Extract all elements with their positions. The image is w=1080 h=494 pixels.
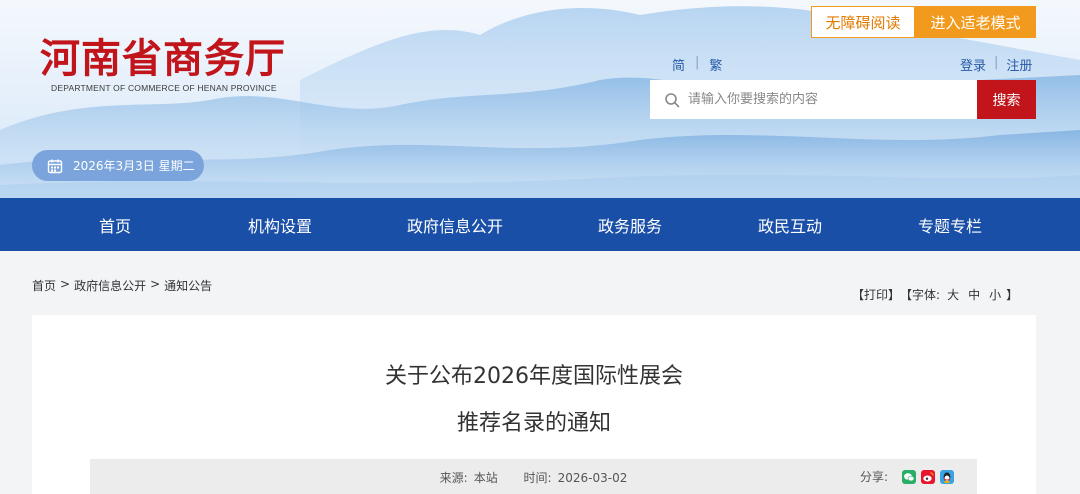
breadcrumb-notices[interactable]: 通知公告 xyxy=(164,277,212,294)
weibo-icon[interactable] xyxy=(921,469,936,484)
share-bar: 分享: xyxy=(860,468,959,485)
font-large-button[interactable]: 大 xyxy=(947,286,959,303)
auth-links: 登录 | 注册 xyxy=(960,55,1032,74)
site-name-en: DEPARTMENT OF COMMERCE OF HENAN PROVINCE xyxy=(51,83,277,93)
article-title-line2: 推荐名录的通知 xyxy=(456,411,611,436)
breadcrumb-separator: > xyxy=(150,277,161,291)
wechat-icon[interactable] xyxy=(902,469,917,484)
article-meta-bar: 来源: 本站 时间: 2026-03-02 分享: xyxy=(90,459,977,494)
qq-icon[interactable] xyxy=(940,469,955,484)
breadcrumb: 首页 > 政府信息公开 > 通知公告 xyxy=(32,277,212,294)
time-label: 时间: xyxy=(523,471,552,485)
font-size-label: 【字体: xyxy=(900,288,941,302)
language-switch: 简 | 繁 xyxy=(672,55,722,74)
breadcrumb-separator: > xyxy=(60,277,71,291)
article-title-line1: 关于公布2026年度国际性展会 xyxy=(385,364,683,389)
nav-item-special-topics[interactable]: 专题专栏 xyxy=(900,198,1000,251)
article-tools: 【打印】 【字体: 大 中 小 】 xyxy=(852,286,1018,303)
article-meta-info: 来源: 本站 时间: 2026-03-02 xyxy=(90,469,977,486)
search-box xyxy=(650,80,977,119)
search-button[interactable]: 搜索 xyxy=(977,80,1036,119)
site-header: 河南省商务厅 DEPARTMENT OF COMMERCE OF HENAN P… xyxy=(0,0,1080,198)
register-link[interactable]: 注册 xyxy=(1006,55,1032,74)
date-display: 2026年3月3日 星期二 xyxy=(32,150,204,181)
font-medium-button[interactable]: 中 xyxy=(968,286,980,303)
breadcrumb-home[interactable]: 首页 xyxy=(32,277,56,294)
font-small-button[interactable]: 小 xyxy=(989,286,1001,303)
search-bar: 搜索 xyxy=(650,80,1036,119)
print-button[interactable]: 【打印】 xyxy=(852,286,900,303)
calendar-icon xyxy=(47,159,63,173)
time-value: 2026-03-02 xyxy=(557,471,628,485)
font-size-close: 】 xyxy=(1006,288,1019,302)
lang-divider: | xyxy=(695,55,700,70)
search-input[interactable] xyxy=(688,92,958,107)
article-panel: 关于公布2026年度国际性展会 推荐名录的通知 来源: 本站 时间: 2026-03… xyxy=(32,315,1036,494)
source-value: 本站 xyxy=(473,471,498,485)
breadcrumb-gov-info[interactable]: 政府信息公开 xyxy=(74,277,146,294)
nav-item-gov-info[interactable]: 政府信息公开 xyxy=(330,198,580,251)
site-name-cn: 河南省商务厅 xyxy=(40,35,286,82)
site-logo[interactable]: 河南省商务厅 DEPARTMENT OF COMMERCE OF HENAN P… xyxy=(40,35,286,94)
source-label: 来源: xyxy=(439,471,468,485)
search-icon xyxy=(665,92,680,107)
share-label: 分享: xyxy=(860,470,889,484)
accessibility-button[interactable]: 无障碍阅读 xyxy=(811,6,915,38)
elder-mode-button[interactable]: 进入适老模式 xyxy=(915,6,1036,38)
lang-traditional-link[interactable]: 繁 xyxy=(709,55,722,74)
nav-item-interaction[interactable]: 政民互动 xyxy=(680,198,900,251)
nav-item-organization[interactable]: 机构设置 xyxy=(230,198,330,251)
login-link[interactable]: 登录 xyxy=(960,55,986,74)
main-nav: 首页 机构设置 政府信息公开 政务服务 政民互动 专题专栏 xyxy=(0,198,1080,251)
date-text: 2026年3月3日 星期二 xyxy=(73,159,195,173)
lang-simplified-link[interactable]: 简 xyxy=(672,55,685,74)
nav-item-gov-services[interactable]: 政务服务 xyxy=(580,198,680,251)
nav-item-home[interactable]: 首页 xyxy=(0,198,230,251)
mode-buttons: 无障碍阅读 进入适老模式 xyxy=(811,6,1036,38)
auth-divider: | xyxy=(994,55,999,70)
